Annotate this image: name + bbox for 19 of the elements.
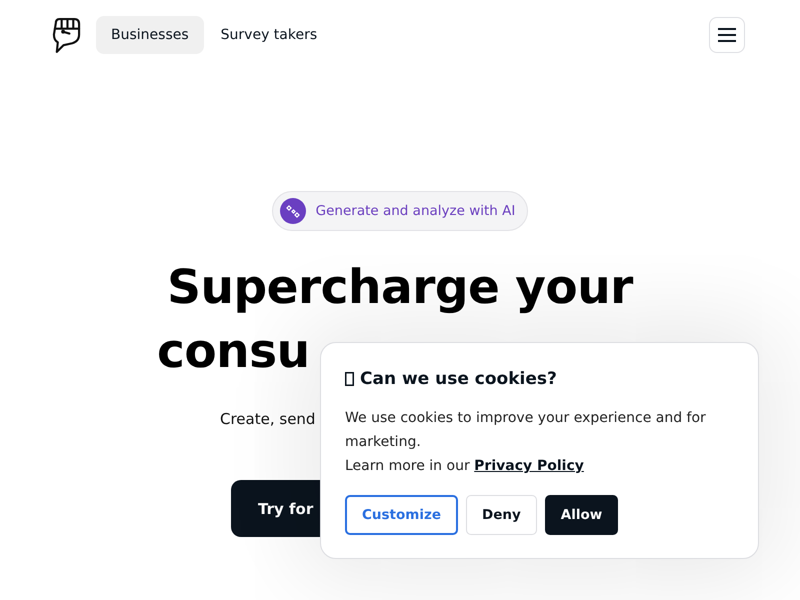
logo-icon[interactable] (52, 16, 81, 54)
menu-icon (718, 28, 736, 42)
try-button[interactable]: Try for (231, 480, 323, 537)
nav-tab[interactable]: Businesses (96, 16, 204, 54)
subtitle: Create, send (220, 409, 316, 430)
cookie-button[interactable]: Customize (345, 495, 458, 535)
heading-line: consu (157, 323, 310, 381)
cookie-button[interactable]: Deny (466, 495, 537, 535)
badge-text: Generate and analyze with AI (316, 203, 516, 219)
menu-button[interactable] (709, 17, 745, 53)
glyph-box-icon (345, 372, 354, 386)
learn-more-text: Learn more in our Privacy Policy (345, 457, 585, 476)
cookie-button[interactable]: Allow (544, 495, 618, 535)
dialog-title: Can we use cookies? (360, 369, 557, 389)
privacy-policy-link[interactable]: Privacy Policy (474, 458, 584, 474)
nav-tab[interactable]: Survey takers (206, 16, 332, 54)
heading-line: Supercharge your (167, 259, 633, 317)
sparkles-icon (280, 198, 306, 224)
dialog-text: We use cookies to improve your experience and for marketing. (345, 409, 707, 452)
